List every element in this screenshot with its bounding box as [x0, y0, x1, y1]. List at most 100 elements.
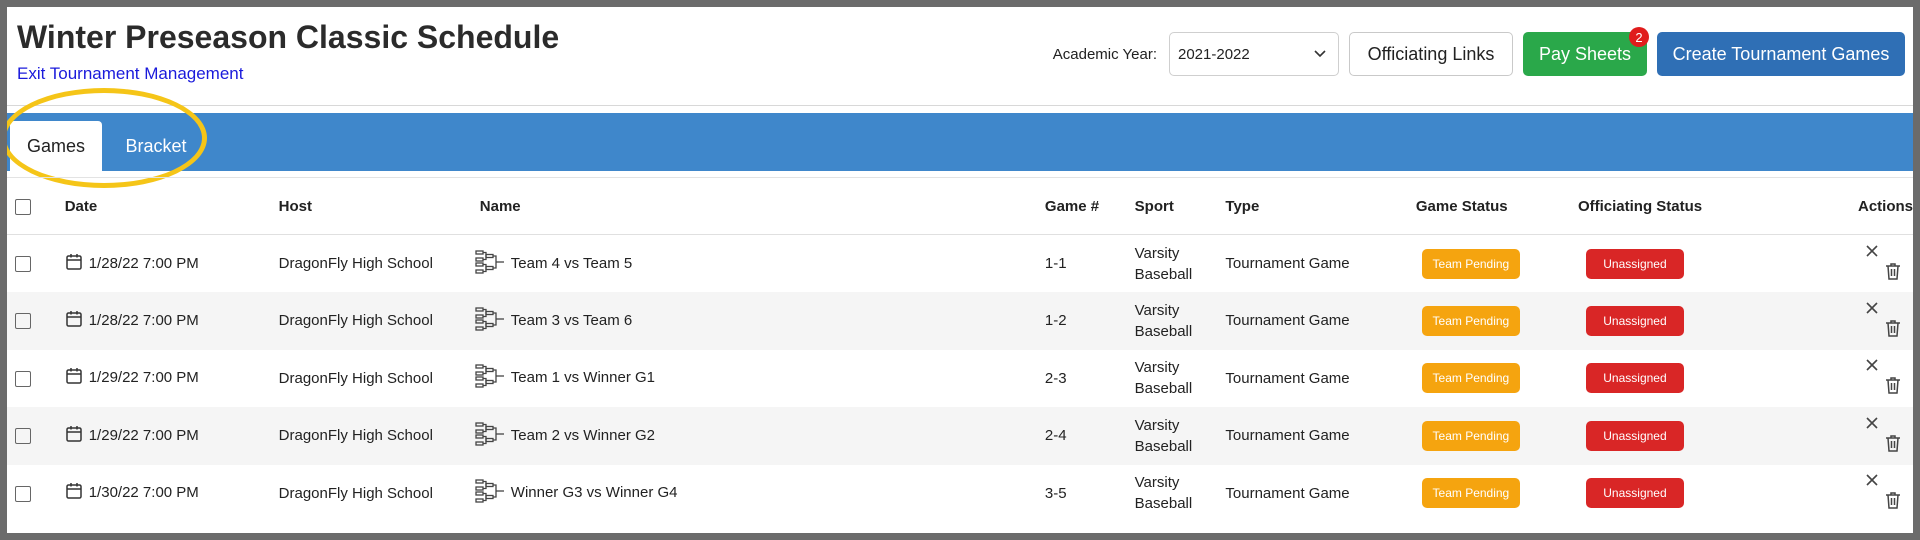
bracket-icon [475, 249, 505, 278]
academic-year-value: 2021-2022 [1178, 45, 1250, 63]
officiating-status-badge: Unassigned [1585, 305, 1684, 336]
officiating-status-badge: Unassigned [1585, 420, 1684, 451]
close-icon[interactable] [1865, 416, 1879, 434]
row-game-name[interactable]: Winner G3 vs Winner G4 [511, 484, 678, 501]
row-game-number: 3-5 [1044, 484, 1067, 502]
row-game-name[interactable]: Team 3 vs Team 6 [511, 312, 632, 329]
row-date: 1/28/22 7:00 PM [88, 254, 199, 272]
calendar-icon [65, 253, 83, 275]
row-game-name[interactable]: Team 2 vs Winner G2 [511, 427, 655, 444]
row-sport-name: Baseball [1134, 380, 1193, 398]
table-header-row: Date Host Name Game # Sport Type Game St… [7, 177, 1913, 235]
tab-games[interactable]: Games [10, 121, 102, 171]
officiating-status-badge: Unassigned [1585, 363, 1684, 394]
pay-sheets-button[interactable]: Pay Sheets 2 [1523, 27, 1649, 76]
academic-year-label: Academic Year: [1052, 45, 1157, 63]
officiating-links-button[interactable]: Officiating Links [1349, 32, 1513, 76]
column-header-name: Name [479, 197, 521, 215]
table-row: 1/28/22 7:00 PM DragonFly High School Te… [7, 292, 1913, 350]
row-date: 1/29/22 7:00 PM [88, 369, 199, 387]
page-title: Winter Preseason Classic Schedule [17, 19, 560, 55]
trash-icon[interactable] [1885, 262, 1901, 284]
close-icon[interactable] [1865, 301, 1879, 319]
column-header-game-number: Game # [1044, 197, 1100, 215]
row-game-number: 1-2 [1044, 312, 1067, 330]
tab-bar: Games Bracket [7, 113, 1913, 171]
column-header-type: Type [1225, 197, 1260, 215]
row-game-name[interactable]: Team 4 vs Team 5 [511, 254, 632, 271]
column-header-sport: Sport [1134, 197, 1174, 215]
close-icon[interactable] [1865, 244, 1879, 262]
calendar-icon [65, 425, 83, 447]
row-date: 1/29/22 7:00 PM [88, 426, 199, 444]
row-game-name[interactable]: Team 1 vs Winner G1 [511, 369, 655, 386]
row-date: 1/30/22 7:00 PM [88, 484, 199, 502]
row-type: Tournament Game [1225, 484, 1350, 502]
officiating-status-badge: Unassigned [1585, 478, 1684, 509]
game-status-badge: Team Pending [1421, 305, 1520, 336]
row-host: DragonFly High School [278, 312, 433, 330]
pay-sheets-label: Pay Sheets [1538, 43, 1632, 64]
row-sport-name: Baseball [1134, 322, 1193, 340]
row-sport-level: Varsity [1134, 474, 1180, 492]
game-status-badge: Team Pending [1421, 420, 1520, 451]
row-sport-level: Varsity [1134, 244, 1180, 262]
row-host: DragonFly High School [278, 255, 433, 272]
create-tournament-games-label: Create Tournament Games [1672, 43, 1890, 64]
games-table: Date Host Name Game # Sport Type Game St… [7, 177, 1913, 522]
page-header: Winter Preseason Classic Schedule Exit T… [7, 7, 1913, 105]
column-header-officiating-status: Officiating Status [1577, 197, 1703, 215]
table-row: 1/29/22 7:00 PM DragonFly High School Te… [7, 350, 1913, 408]
row-host: DragonFly High School [278, 369, 433, 387]
row-type: Tournament Game [1225, 427, 1350, 445]
calendar-icon [65, 482, 83, 504]
app-window: Winter Preseason Classic Schedule Exit T… [7, 7, 1913, 533]
row-checkbox[interactable] [15, 428, 31, 445]
row-game-number: 2-3 [1044, 369, 1067, 387]
calendar-icon [65, 367, 83, 389]
game-status-badge: Team Pending [1421, 363, 1520, 394]
column-header-date: Date [64, 197, 98, 215]
row-sport-level: Varsity [1134, 301, 1180, 319]
row-sport-level: Varsity [1134, 359, 1180, 377]
row-host: DragonFly High School [278, 484, 433, 502]
select-all-checkbox[interactable] [15, 198, 31, 215]
row-type: Tournament Game [1225, 312, 1350, 330]
trash-icon[interactable] [1885, 319, 1901, 341]
row-checkbox[interactable] [15, 485, 31, 502]
header-divider [7, 105, 1913, 106]
row-checkbox[interactable] [15, 313, 31, 330]
row-sport-name: Baseball [1134, 437, 1193, 455]
chevron-down-icon [1314, 50, 1326, 58]
academic-year-select[interactable]: 2021-2022 [1169, 32, 1339, 76]
exit-tournament-link[interactable]: Exit Tournament Management [17, 64, 243, 84]
trash-icon[interactable] [1885, 376, 1901, 398]
trash-icon[interactable] [1885, 491, 1901, 513]
bracket-icon [475, 422, 505, 450]
tab-bracket[interactable]: Bracket [111, 121, 201, 171]
officiating-status-badge: Unassigned [1585, 248, 1684, 279]
trash-icon[interactable] [1885, 434, 1901, 456]
close-icon[interactable] [1865, 473, 1879, 491]
tab-games-label: Games [26, 135, 86, 156]
tab-bracket-label: Bracket [125, 135, 187, 156]
row-date: 1/28/22 7:00 PM [88, 311, 199, 329]
create-tournament-games-button[interactable]: Create Tournament Games [1657, 32, 1905, 76]
bracket-icon [475, 307, 505, 335]
row-checkbox[interactable] [15, 256, 31, 273]
close-icon[interactable] [1865, 358, 1879, 376]
bracket-icon [475, 364, 505, 392]
officiating-links-label: Officiating Links [1367, 43, 1495, 64]
row-type: Tournament Game [1225, 255, 1350, 272]
row-game-number: 2-4 [1044, 427, 1067, 445]
row-checkbox[interactable] [15, 370, 31, 387]
column-header-game-status: Game Status [1415, 197, 1508, 215]
header-controls: Academic Year: 2021-2022 Officiating Lin… [1052, 27, 1905, 76]
game-status-badge: Team Pending [1421, 248, 1520, 279]
row-host: DragonFly High School [278, 427, 433, 445]
game-status-badge: Team Pending [1421, 478, 1520, 509]
row-sport-level: Varsity [1134, 416, 1180, 434]
table-row: 1/29/22 7:00 PM DragonFly High School Te… [7, 407, 1913, 465]
row-game-number: 1-1 [1044, 255, 1067, 272]
column-header-actions: Actions [1857, 197, 1913, 215]
